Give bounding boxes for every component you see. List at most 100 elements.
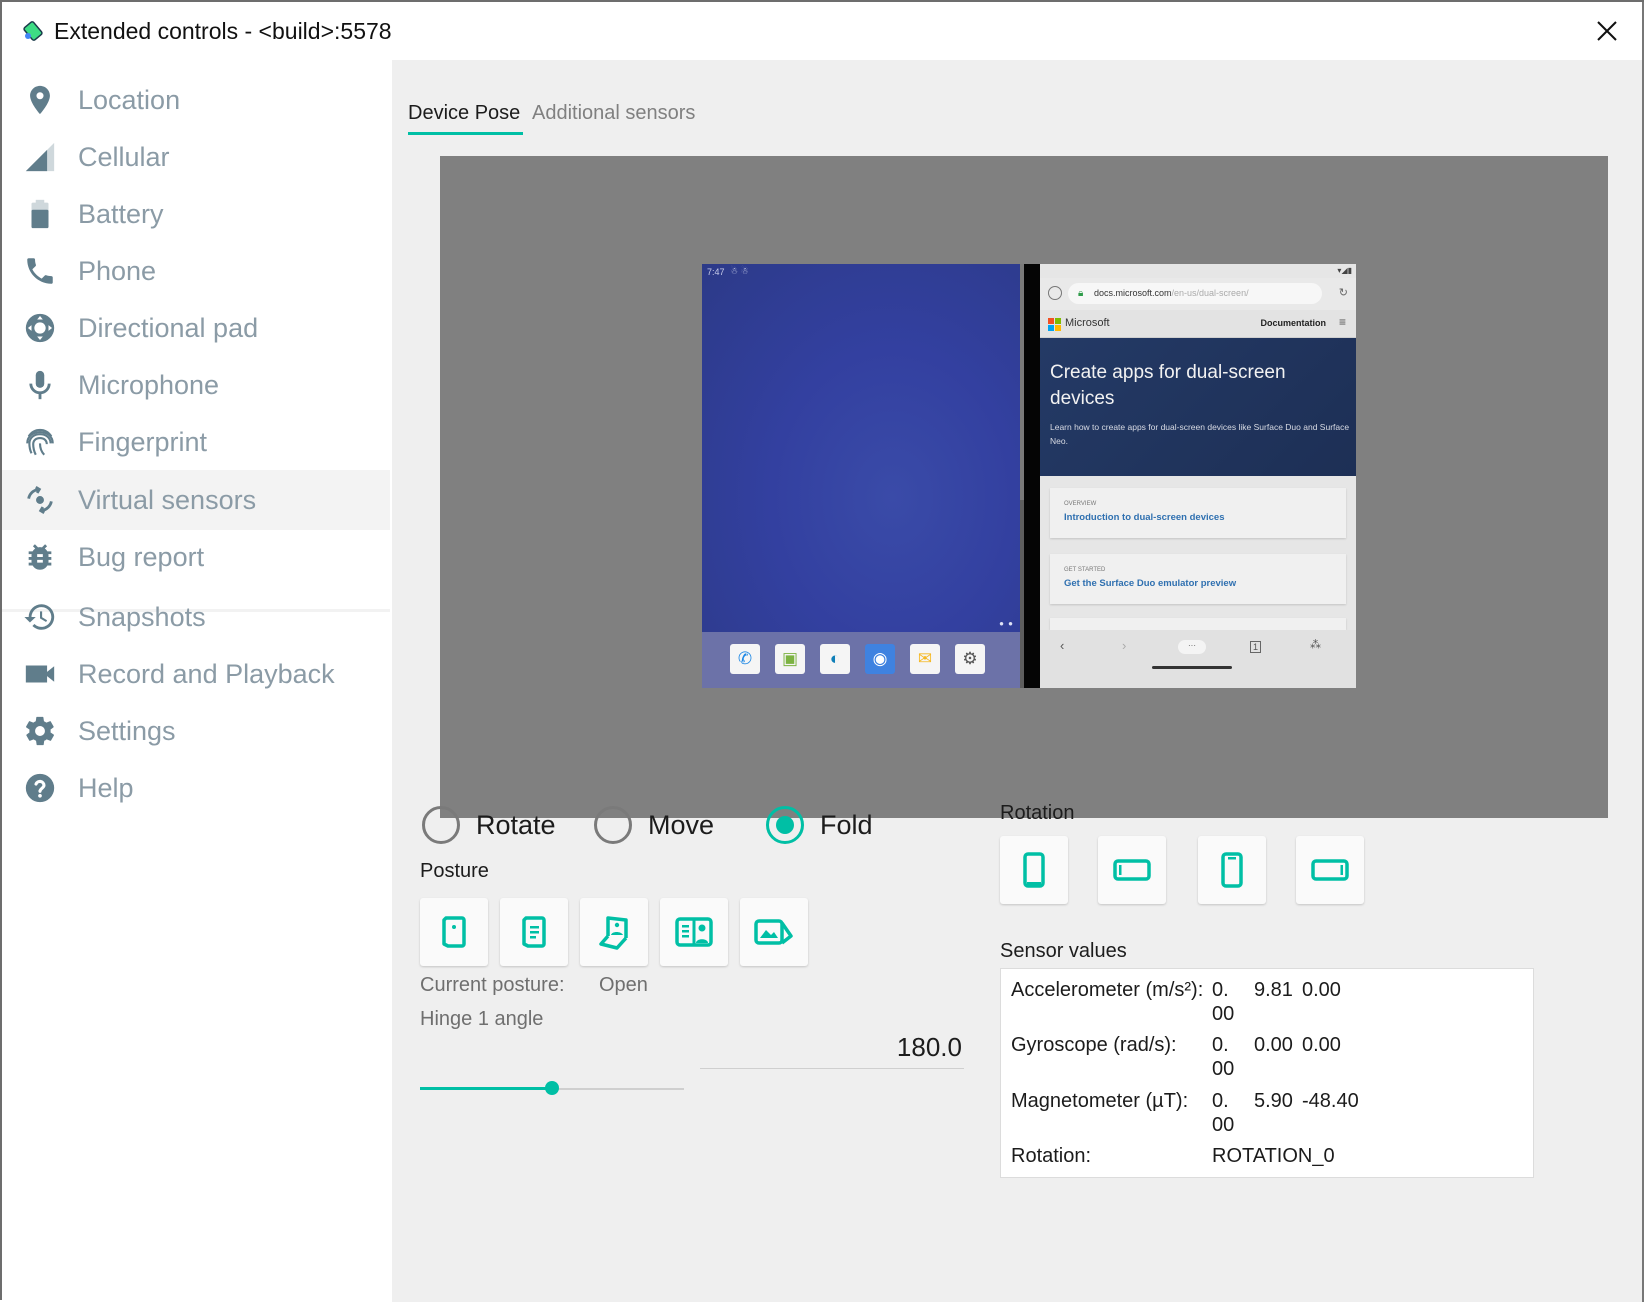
android-emulator-icon xyxy=(23,21,43,41)
sidebar-item-location[interactable]: Location xyxy=(2,70,390,130)
posture-open-button[interactable] xyxy=(660,898,728,966)
active-tab-indicator xyxy=(408,132,523,135)
rotation-label: Rotation xyxy=(1000,802,1075,824)
site-nav-link: Documentation xyxy=(1260,318,1326,328)
hero-subtitle: Learn how to create apps for dual-screen… xyxy=(1050,422,1350,446)
sensor-value: 00 xyxy=(1212,1058,1235,1080)
sidebar-item-help[interactable]: Help xyxy=(2,758,390,818)
edge-app-icon: ◐ xyxy=(820,644,850,674)
sensor-value: 0.00 xyxy=(1302,979,1341,1001)
main-content: Device Pose Additional sensors 7:47 ☃ ☃ … xyxy=(392,60,1642,1302)
microsoft-logo-icon xyxy=(1048,318,1061,331)
settings-app-icon: ⚙ xyxy=(955,644,985,674)
rotate-reverse-landscape-button[interactable] xyxy=(1296,836,1364,904)
sensor-value: 0.00 xyxy=(1302,1034,1341,1056)
sidebar-item-label: Virtual sensors xyxy=(78,484,257,515)
posture-tent-icon xyxy=(754,919,793,945)
device-preview[interactable]: 7:47 ☃ ☃ ● ● ✆ ▣ ◐ ◉ ✉ ⚙ ▾◢▮ 🔒︎ docs.mic… xyxy=(440,156,1608,818)
microphone-icon xyxy=(22,367,58,403)
device-hinge xyxy=(1024,264,1040,688)
posture-book-button[interactable] xyxy=(500,898,568,966)
dual-screen-device: 7:47 ☃ ☃ ● ● ✆ ▣ ◐ ◉ ✉ ⚙ ▾◢▮ 🔒︎ docs.mic… xyxy=(702,264,1356,688)
app-dock: ✆ ▣ ◐ ◉ ✉ ⚙ xyxy=(702,632,1020,688)
sidebar-item-label: Bug report xyxy=(78,541,205,572)
bug-icon xyxy=(22,539,58,575)
posture-closed-button[interactable] xyxy=(420,898,488,966)
phone-icon xyxy=(22,253,58,289)
sidebar-item-label: Location xyxy=(78,84,181,115)
tab-additional-sensors[interactable]: Additional sensors xyxy=(532,102,695,125)
sensor-row-name: Rotation: xyxy=(1011,1145,1092,1167)
posture-open-icon xyxy=(675,917,713,947)
title-bar: Extended controls - <build>:5578 xyxy=(2,2,1642,60)
help-icon xyxy=(22,770,58,806)
site-card: OVERVIEW Introduction to dual-screen dev… xyxy=(1050,488,1346,538)
site-card: GET STARTED Get the Surface Duo emulator… xyxy=(1050,554,1346,604)
sensor-value: 0. xyxy=(1212,1090,1229,1112)
hinge-angle-value[interactable]: 180.0 xyxy=(862,1032,962,1063)
sidebar-item-phone[interactable]: Phone xyxy=(2,241,390,301)
posture-label: Posture xyxy=(420,860,489,882)
radio-rotate[interactable]: Rotate xyxy=(422,806,556,844)
site-brand: Microsoft xyxy=(1065,317,1110,329)
sidebar-item-settings[interactable]: Settings xyxy=(2,701,390,761)
rotation-value: ROTATION_0 xyxy=(1212,1145,1335,1167)
status-time: 7:47 xyxy=(707,267,725,277)
site-card-partial xyxy=(1050,618,1346,630)
browser-bottom-bar: ‹ › ··· 1 ⁂ xyxy=(1040,630,1356,688)
hinge-angle-slider[interactable] xyxy=(420,1076,684,1100)
sidebar-item-microphone[interactable]: Microphone xyxy=(2,355,390,415)
radio-move[interactable]: Move xyxy=(594,806,714,844)
radio-indicator xyxy=(594,806,632,844)
sidebar-item-battery[interactable]: Battery xyxy=(2,184,390,244)
sidebar-item-label: Fingerprint xyxy=(78,426,208,457)
sidebar-item-label: Directional pad xyxy=(78,312,259,343)
rotate-landscape-button[interactable] xyxy=(1098,836,1166,904)
sensor-row-name: Magnetometer (µT): xyxy=(1011,1090,1189,1112)
more-icon: ··· xyxy=(1178,640,1206,654)
posture-book-icon xyxy=(522,916,546,948)
site-hero: Create apps for dual-screen devices Lear… xyxy=(1040,338,1356,476)
left-screen: 7:47 ☃ ☃ ● ● ✆ ▣ ◐ ◉ ✉ ⚙ xyxy=(702,264,1020,688)
sidebar-item-record-and-playback[interactable]: Record and Playback xyxy=(2,644,390,704)
mail-app-icon: ✉ xyxy=(910,644,940,674)
battery-icon xyxy=(22,196,58,232)
lock-icon: 🔒︎ xyxy=(1078,288,1084,299)
close-icon[interactable] xyxy=(1592,16,1622,46)
camera-app-icon: ◉ xyxy=(865,644,895,674)
sidebar-item-bug-report[interactable]: Bug report xyxy=(2,527,390,587)
sidebar-item-cellular[interactable]: Cellular xyxy=(2,127,390,187)
rotate-reverse-portrait-icon xyxy=(1221,852,1243,888)
sidebar-item-label: Settings xyxy=(78,715,176,746)
cellular-signal-icon xyxy=(22,139,58,175)
tabs-icon: 1 xyxy=(1250,641,1262,653)
back-icon: ‹ xyxy=(1060,638,1065,653)
sidebar-item-virtual-sensors[interactable]: Virtual sensors xyxy=(2,470,390,530)
sidebar-item-directional-pad[interactable]: Directional pad xyxy=(2,298,390,358)
site-header: Microsoft Documentation ≡ xyxy=(1040,310,1356,338)
posture-tent-button[interactable] xyxy=(740,898,808,966)
tab-device-pose[interactable]: Device Pose xyxy=(408,102,520,125)
posture-half-open-button[interactable] xyxy=(580,898,648,966)
sidebar-item-snapshots[interactable]: Snapshots xyxy=(2,587,390,647)
browser-url: 🔒︎ docs.microsoft.com/en-us/dual-screen/ xyxy=(1068,283,1322,304)
hero-title: Create apps for dual-screen devices xyxy=(1050,362,1286,409)
extended-controls-window: Extended controls - <build>:5578 Locatio… xyxy=(0,0,1644,1302)
browser-url-bar: 🔒︎ docs.microsoft.com/en-us/dual-screen/… xyxy=(1040,278,1356,310)
sidebar-item-fingerprint[interactable]: Fingerprint xyxy=(2,412,390,472)
radio-fold[interactable]: Fold xyxy=(766,806,873,844)
fingerprint-icon xyxy=(22,424,58,460)
slider-thumb[interactable] xyxy=(545,1081,559,1095)
sidebar-item-label: Snapshots xyxy=(78,601,206,632)
sidebar-item-label: Battery xyxy=(78,198,164,229)
history-icon xyxy=(22,599,58,635)
right-screen: ▾◢▮ 🔒︎ docs.microsoft.com/en-us/dual-scr… xyxy=(1040,264,1356,688)
status-notification-icons: ☃ ☃ xyxy=(730,266,749,276)
sidebar-item-label: Help xyxy=(78,772,134,803)
rotate-reverse-portrait-button[interactable] xyxy=(1198,836,1266,904)
sidebar-item-label: Microphone xyxy=(78,369,220,400)
phone-app-icon: ✆ xyxy=(730,644,760,674)
rotate-portrait-button[interactable] xyxy=(1000,836,1068,904)
rotate-portrait-icon xyxy=(1023,852,1045,888)
radio-indicator xyxy=(422,806,460,844)
